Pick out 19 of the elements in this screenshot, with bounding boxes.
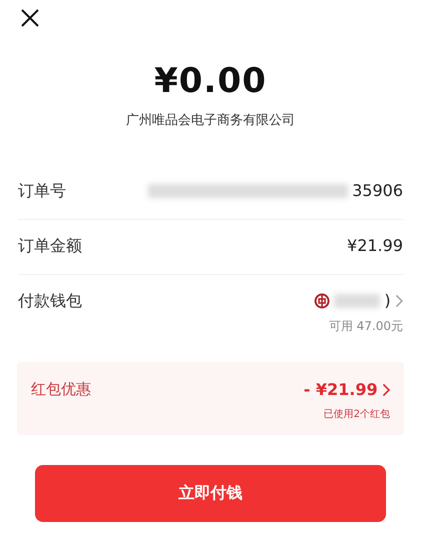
row-label: 订单号 (18, 181, 66, 202)
wallet-card[interactable]: ) (384, 291, 391, 310)
order-number: 35906 (352, 181, 403, 200)
row-label: 订单金额 (18, 236, 82, 257)
chevron-icon (394, 294, 403, 308)
payment-amount: ¥0.00 (154, 61, 267, 101)
order-amount: ¥21.99 (347, 236, 403, 255)
coupon-usage-note: 已使用2个红包 (324, 408, 390, 421)
coupon-card[interactable]: 红包优惠 - ¥21.99 已使用2个红包 (17, 362, 404, 435)
merchant-name: 广州唯品会电子商务有限公司 (126, 112, 295, 129)
pay-button[interactable]: 立即付钱 (35, 465, 386, 522)
chevron-icon (382, 382, 390, 396)
bank-logo-icon (314, 292, 330, 308)
row-label: 付款钱包 (18, 291, 82, 312)
available-balance: 可用 47.00元 (328, 318, 403, 335)
close-icon[interactable] (21, 9, 39, 27)
coupon-label: 红包优惠 (31, 380, 91, 399)
coupon-discount: - ¥21.99 (304, 380, 378, 399)
redaction-blur (334, 294, 380, 308)
